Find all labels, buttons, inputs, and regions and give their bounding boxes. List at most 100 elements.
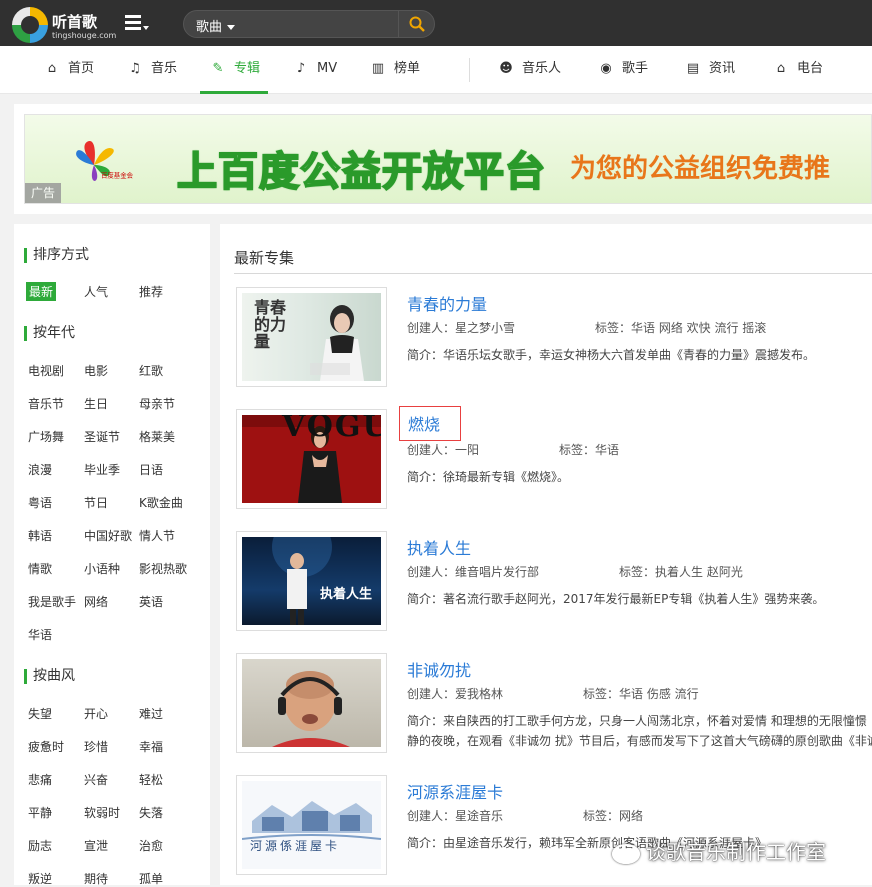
- era-link[interactable]: 情歌: [28, 560, 52, 577]
- era-link[interactable]: 情人节: [139, 527, 175, 544]
- nav-radio[interactable]: ⌂ 电台: [773, 46, 823, 94]
- mv-icon: ♪: [296, 61, 306, 76]
- album-cover[interactable]: VOGUE: [236, 409, 387, 509]
- album-creator: 创建人：维音唱片发行部: [407, 565, 540, 579]
- wechat-icon: [612, 843, 640, 864]
- era-link[interactable]: 韩语: [28, 527, 52, 544]
- style-link[interactable]: 失落: [139, 804, 163, 821]
- singer-icon: ◉: [600, 61, 612, 76]
- era-link[interactable]: 浪漫: [28, 461, 52, 478]
- era-link[interactable]: 节日: [84, 494, 108, 511]
- era-link[interactable]: 电视剧: [28, 362, 64, 379]
- news-icon: ▤: [686, 61, 700, 76]
- album-title[interactable]: 河源系涯屋卡: [407, 779, 503, 803]
- style-link[interactable]: 治愈: [139, 837, 163, 854]
- album-cover[interactable]: 河源係涯屋卡: [236, 775, 387, 875]
- album-title[interactable]: 执着人生: [407, 535, 471, 559]
- album-cover[interactable]: 执着人生: [236, 531, 387, 631]
- nav-musician[interactable]: ☻ 音乐人: [498, 46, 561, 94]
- style-link[interactable]: 难过: [139, 705, 163, 722]
- era-link[interactable]: 毕业季: [84, 461, 120, 478]
- album-item: VOGUE 燃烧 创建人：一阳 标签：华语 简介：徐琦最新专辑《燃烧》。: [236, 406, 872, 513]
- era-link[interactable]: 生日: [84, 395, 108, 412]
- sort-popular[interactable]: 人气: [84, 283, 108, 300]
- style-link[interactable]: 励志: [28, 837, 52, 854]
- style-link[interactable]: 叛逆: [28, 870, 52, 887]
- nav-divider: [469, 58, 470, 82]
- search-input[interactable]: [254, 14, 394, 34]
- search-button[interactable]: [398, 11, 434, 37]
- site-logo[interactable]: 听首歌 tingshouge.com: [12, 5, 116, 43]
- caret-down-icon: [227, 25, 236, 30]
- ad-banner[interactable]: 百度基金会 上百度公益开放平台 为您的公益组织免费推 广告: [24, 114, 872, 204]
- top-bar: 听首歌 tingshouge.com 歌曲: [0, 0, 872, 46]
- style-link[interactable]: 兴奋: [84, 771, 108, 788]
- album-tags: 标签：华语 网络 欢快 流行 摇滚: [595, 321, 767, 335]
- style-link[interactable]: 开心: [84, 705, 108, 722]
- album-cover[interactable]: [236, 653, 387, 753]
- nav-album[interactable]: ✎ 专辑: [200, 46, 268, 94]
- nav-singer[interactable]: ◉ 歌手: [598, 46, 648, 94]
- era-link[interactable]: 影视热歌: [139, 560, 187, 577]
- nav-mv[interactable]: ♪ MV: [293, 46, 337, 94]
- style-link[interactable]: 平静: [28, 804, 52, 821]
- nav-news[interactable]: ▤ 资讯: [685, 46, 735, 94]
- era-link[interactable]: 英语: [139, 593, 163, 610]
- era-link[interactable]: 圣诞节: [84, 428, 120, 445]
- filter-sidebar: 排序方式 最新 人气 推荐 按年代 电视剧 电影 红歌 音乐节 生日 母亲节 广场舞 圣诞节 格…: [14, 224, 210, 887]
- album-tags: 标签：网络: [583, 809, 644, 823]
- logo-circle-icon: [12, 7, 48, 43]
- nav-mv-label: MV: [317, 61, 338, 76]
- album-creator: 创建人：爱我格林: [407, 687, 504, 701]
- era-link[interactable]: 中国好歌: [84, 527, 132, 544]
- album-title[interactable]: 非诚勿扰: [407, 657, 471, 681]
- album-icon: ✎: [212, 61, 224, 76]
- album-creator: 创建人：一阳: [407, 443, 480, 457]
- style-link[interactable]: 珍惜: [84, 738, 108, 755]
- ad-org-name: 百度基金会: [101, 171, 133, 179]
- style-link[interactable]: 宣泄: [84, 837, 108, 854]
- ad-label: 广告: [25, 183, 61, 203]
- era-link[interactable]: K歌金曲: [139, 494, 183, 511]
- nav-home[interactable]: ⌂ 首页: [44, 46, 94, 94]
- era-link[interactable]: 我是歌手: [28, 593, 76, 610]
- nav-charts[interactable]: ▥ 榜单: [370, 46, 420, 94]
- era-link[interactable]: 粤语: [28, 494, 52, 511]
- style-link[interactable]: 疲惫时: [28, 738, 64, 755]
- era-link[interactable]: 日语: [139, 461, 163, 478]
- search-icon: [409, 16, 425, 32]
- style-link[interactable]: 软弱时: [84, 804, 120, 821]
- search-type-dropdown[interactable]: 歌曲: [196, 16, 236, 35]
- era-link[interactable]: 网络: [84, 593, 108, 610]
- style-link[interactable]: 失望: [28, 705, 52, 722]
- sort-latest[interactable]: 最新: [26, 282, 57, 301]
- era-link[interactable]: 电影: [84, 362, 108, 379]
- main-nav: ⌂ 首页 ♫ 音乐 ✎ 专辑 ♪ MV ▥ 榜单 ☻ 音乐人 ◉ 歌手 ▤ 资讯 ⌂ 电台: [0, 46, 872, 94]
- cover-magazine-title: VOGUE: [282, 415, 381, 444]
- album-item: 非诚勿扰 创建人：爱我格林 标签：华语 伤感 流行 简介：来自陕西的打工歌手何方…: [236, 653, 872, 757]
- album-tags: 标签：执着人生 赵阿光: [619, 565, 743, 579]
- era-link[interactable]: 红歌: [139, 362, 163, 379]
- era-link[interactable]: 广场舞: [28, 428, 64, 445]
- ad-container: 百度基金会 上百度公益开放平台 为您的公益组织免费推 广告: [14, 104, 872, 214]
- nav-home-label: 首页: [68, 61, 95, 76]
- era-link[interactable]: 格莱美: [139, 428, 175, 445]
- album-title[interactable]: 燃烧: [399, 406, 462, 441]
- radio-icon: ⌂: [776, 61, 786, 76]
- era-link[interactable]: 华语: [28, 626, 52, 643]
- chart-icon: ▥: [371, 61, 385, 76]
- style-link[interactable]: 幸福: [139, 738, 163, 755]
- style-link[interactable]: 孤单: [139, 870, 163, 887]
- style-link[interactable]: 期待: [84, 870, 108, 887]
- menu-icon[interactable]: [125, 15, 149, 31]
- nav-music[interactable]: ♫ 音乐: [127, 46, 177, 94]
- style-link[interactable]: 悲痛: [28, 771, 52, 788]
- era-link[interactable]: 小语种: [84, 560, 120, 577]
- album-title[interactable]: 青春的力量: [407, 291, 487, 315]
- logo-domain: tingshouge.com: [52, 31, 117, 40]
- style-link[interactable]: 轻松: [139, 771, 163, 788]
- album-cover[interactable]: 青春的力量: [236, 287, 387, 387]
- era-link[interactable]: 音乐节: [28, 395, 64, 412]
- era-link[interactable]: 母亲节: [139, 395, 175, 412]
- sort-recommended[interactable]: 推荐: [139, 283, 163, 300]
